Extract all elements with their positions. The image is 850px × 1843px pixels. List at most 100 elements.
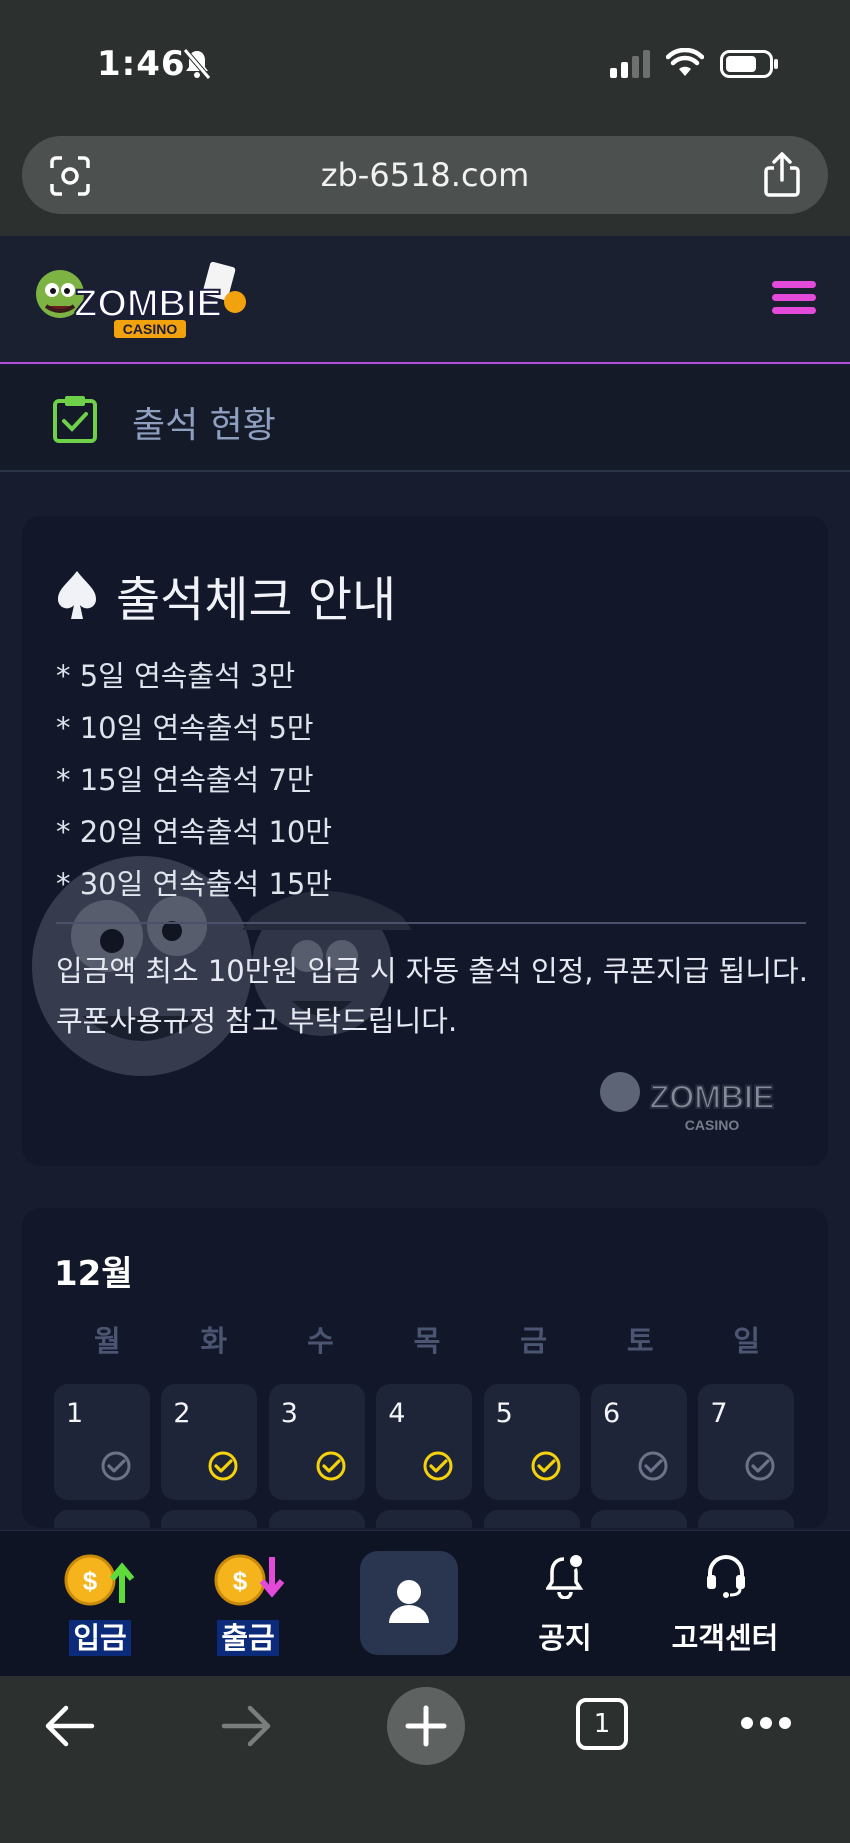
rule-item: * 20일 연속출석 10만 [56,815,333,849]
calendar-day: 8 [54,1510,150,1528]
tabs-button[interactable]: 1 [576,1698,628,1750]
weekday-label: 금 [520,1324,547,1358]
month-label: 12월 [54,1254,133,1294]
notice-line-2: 쿠폰사용규정 참고 부탁드립니다. [56,1004,458,1038]
calendar-day: 12 [483,1510,580,1528]
info-heading: 출석체크 안내 [56,560,396,630]
calendar-day: 6 [591,1384,687,1500]
url-text[interactable]: zb-6518.com [22,156,828,194]
calendar-day: 11 [376,1510,473,1528]
site-bottom-nav: $ 입금 $ 출금 공지 고객센터 [0,1530,850,1676]
clipboard-check-icon [53,396,97,443]
day-number: 8 [66,1524,83,1528]
attendance-info-card: 출석체크 안내 * 5일 연속출석 3만 * 10일 연속출석 5만 * 15일… [22,516,828,1166]
profile-button[interactable] [360,1551,458,1655]
calendar-day: 1 [54,1384,150,1500]
browser-bottom-toolbar: 1 [0,1676,850,1843]
weekday-label: 월 [93,1324,121,1358]
page-title: 출석 현황 [132,405,276,446]
rule-item: * 5일 연속출석 3만 [56,659,296,693]
rule-item: * 15일 연속출석 7만 [56,763,314,797]
day-number: 14 [710,1524,744,1528]
browser-top-bar: 1:46 zb-6518.com [0,0,850,236]
withdraw-button[interactable]: $ 출금 [198,1531,298,1677]
forward-arrow-icon[interactable] [220,1704,274,1748]
support-button[interactable]: 고객센터 [660,1531,790,1677]
watermark-logo-text: ZOMBIE [650,1079,774,1115]
check-active-icon [208,1451,238,1481]
wifi-icon [666,48,704,76]
deposit-label: 입금 [69,1620,131,1656]
weekday-label: 일 [733,1324,761,1358]
more-icon[interactable] [740,1716,792,1730]
info-heading-text: 출석체크 안내 [116,572,397,628]
check-active-icon [423,1451,453,1481]
calendar-day: 2 [161,1384,258,1500]
rule-item: * 10일 연속출석 5만 [56,711,314,745]
day-number: 7 [710,1398,728,1429]
check-inactive-icon [101,1451,131,1481]
calendar-day: 10 [268,1510,365,1528]
coin-down-icon: $ [214,1554,285,1606]
notice-label: 공지 [538,1621,592,1655]
notice-text: 입금액 최소 10만원 입금 시 자동 출석 인정, 쿠폰지급 됩니다. 쿠폰사… [56,946,816,1046]
weekday-label: 토 [626,1324,654,1358]
notice-button[interactable]: 공지 [510,1531,620,1677]
rule-item: * 30일 연속출석 15만 [56,867,333,901]
weekday-header: 월 화 수 목 금 토 일 [54,1318,800,1360]
day-number: 6 [603,1398,621,1429]
attendance-calendar: 12월 월 화 수 목 금 토 일 1234567891011121314 [22,1208,828,1528]
back-arrow-icon[interactable] [42,1704,96,1748]
weekday-label: 화 [200,1324,228,1358]
calendar-day: 3 [268,1384,365,1500]
signal-icon [610,50,650,78]
rules-list: * 5일 연속출석 3만 * 10일 연속출석 5만 * 15일 연속출석 7만… [56,650,332,910]
coin-up-icon: $ [64,1554,135,1606]
user-icon [389,1580,429,1623]
headset-icon [707,1555,745,1598]
weekday-label: 수 [307,1324,334,1358]
calendar-day: 13 [591,1510,687,1528]
deposit-button[interactable]: $ 입금 [50,1531,150,1677]
logo-text: ZOMBIE [74,283,222,325]
check-active-icon [316,1451,346,1481]
day-number: 9 [173,1524,190,1528]
day-number: 11 [388,1524,422,1528]
check-inactive-icon [638,1451,668,1481]
day-number: 4 [388,1398,406,1429]
withdraw-label: 출금 [217,1620,279,1656]
support-label: 고객센터 [671,1621,779,1655]
url-bar[interactable]: zb-6518.com [22,136,828,214]
logo-subtext: CASINO [123,321,178,337]
share-icon[interactable] [762,152,802,198]
calendar-day: 4 [376,1384,473,1500]
day-number: 12 [496,1524,530,1528]
check-active-icon [531,1451,561,1481]
calendar-day: 9 [161,1510,258,1528]
svg-text:$: $ [233,1566,248,1596]
day-number: 3 [280,1398,298,1429]
status-time: 1:46 [97,44,186,84]
day-number: 1 [66,1398,84,1429]
day-number: 2 [173,1398,191,1429]
tab-count: 1 [593,1709,611,1739]
spade-icon [57,571,97,619]
calendar-day: 14 [698,1510,795,1528]
day-number: 5 [495,1398,513,1429]
hamburger-menu-icon[interactable] [772,281,816,315]
site-header: ZOMBIE CASINO [0,236,850,364]
bell-off-icon [183,48,211,80]
watermark-logo-subtext: CASINO [685,1117,740,1133]
day-number: 10 [281,1524,315,1528]
new-tab-icon[interactable] [386,1686,466,1766]
weekday-label: 목 [413,1324,441,1358]
check-inactive-icon [745,1451,775,1481]
calendar-day: 5 [483,1384,580,1500]
info-divider [56,922,806,924]
bell-icon [546,1555,584,1599]
svg-text:$: $ [83,1566,98,1596]
zombie-casino-logo[interactable]: ZOMBIE CASINO [30,258,250,344]
page-title-bar: 출석 현황 [0,366,850,472]
calendar-day: 7 [698,1384,795,1500]
status-bar: 1:46 [0,0,850,120]
